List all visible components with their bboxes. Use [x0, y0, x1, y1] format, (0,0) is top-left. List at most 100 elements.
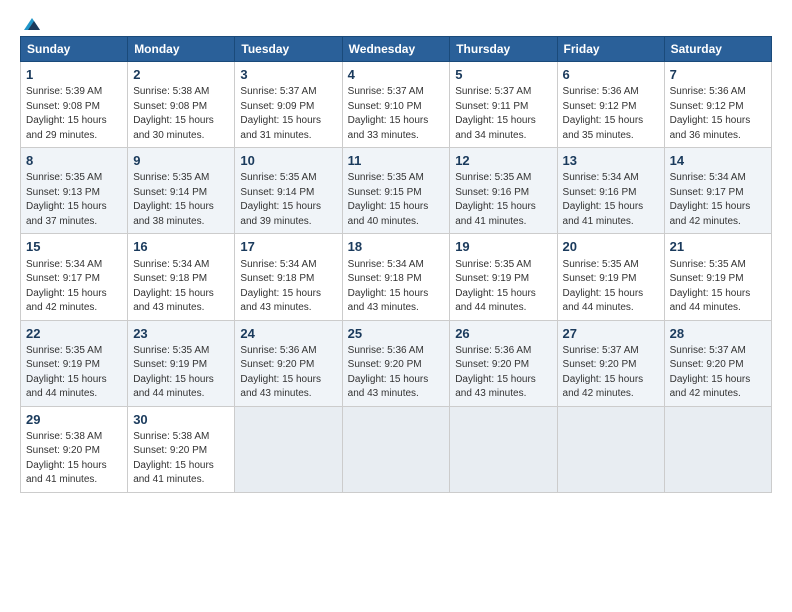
day-number: 22 — [26, 325, 122, 343]
day-number: 23 — [133, 325, 229, 343]
day-info: Sunrise: 5:34 AM Sunset: 9:18 PM Dayligh… — [240, 258, 336, 316]
day-info: Sunrise: 5:34 AM Sunset: 9:16 PM Dayligh… — [563, 171, 659, 229]
calendar-cell: 25Sunrise: 5:36 AM Sunset: 9:20 PM Dayli… — [342, 320, 450, 406]
calendar-cell: 27Sunrise: 5:37 AM Sunset: 9:20 PM Dayli… — [557, 320, 664, 406]
week-row-2: 8Sunrise: 5:35 AM Sunset: 9:13 PM Daylig… — [21, 148, 772, 234]
day-number: 12 — [455, 152, 551, 170]
calendar-cell — [557, 406, 664, 492]
day-info: Sunrise: 5:38 AM Sunset: 9:20 PM Dayligh… — [133, 430, 229, 488]
day-info: Sunrise: 5:34 AM Sunset: 9:17 PM Dayligh… — [26, 258, 122, 316]
weekday-header-tuesday: Tuesday — [235, 37, 342, 62]
day-info: Sunrise: 5:37 AM Sunset: 9:10 PM Dayligh… — [348, 85, 445, 143]
day-number: 14 — [670, 152, 766, 170]
calendar-cell: 5Sunrise: 5:37 AM Sunset: 9:11 PM Daylig… — [450, 62, 557, 148]
day-info: Sunrise: 5:35 AM Sunset: 9:13 PM Dayligh… — [26, 171, 122, 229]
day-info: Sunrise: 5:35 AM Sunset: 9:19 PM Dayligh… — [670, 258, 766, 316]
calendar-cell: 9Sunrise: 5:35 AM Sunset: 9:14 PM Daylig… — [128, 148, 235, 234]
week-row-1: 1Sunrise: 5:39 AM Sunset: 9:08 PM Daylig… — [21, 62, 772, 148]
calendar-cell: 16 Sunrise: 5:34 AM Sunset: 9:18 PM Dayli… — [128, 234, 235, 320]
day-number: 20 — [563, 238, 659, 256]
day-info: Sunrise: 5:36 AM Sunset: 9:20 PM Dayligh… — [455, 344, 551, 402]
day-number: 6 — [563, 66, 659, 84]
day-info: Sunrise: 5:35 AM Sunset: 9:15 PM Dayligh… — [348, 171, 445, 229]
day-info: Sunrise: 5:39 AM Sunset: 9:08 PM Dayligh… — [26, 85, 122, 143]
header — [20, 16, 772, 28]
day-number: 24 — [240, 325, 336, 343]
calendar-cell: 15 Sunrise: 5:34 AM Sunset: 9:17 PM Dayli… — [21, 234, 128, 320]
day-number: 8 — [26, 152, 122, 170]
day-number: 10 — [240, 152, 336, 170]
day-number: 2 — [133, 66, 229, 84]
calendar-cell: 2Sunrise: 5:38 AM Sunset: 9:08 PM Daylig… — [128, 62, 235, 148]
day-info: Sunrise: 5:35 AM Sunset: 9:16 PM Dayligh… — [455, 171, 551, 229]
calendar-cell: 13Sunrise: 5:34 AM Sunset: 9:16 PM Dayli… — [557, 148, 664, 234]
day-info: Sunrise: 5:35 AM Sunset: 9:19 PM Dayligh… — [133, 344, 229, 402]
calendar-cell: 18 Sunrise: 5:34 AM Sunset: 9:18 PM Dayli… — [342, 234, 450, 320]
day-info: Sunrise: 5:35 AM Sunset: 9:19 PM Dayligh… — [563, 258, 659, 316]
calendar-cell: 4Sunrise: 5:37 AM Sunset: 9:10 PM Daylig… — [342, 62, 450, 148]
day-number: 15 — [26, 238, 122, 256]
day-info: Sunrise: 5:37 AM Sunset: 9:20 PM Dayligh… — [670, 344, 766, 402]
day-number: 4 — [348, 66, 445, 84]
calendar-cell: 28Sunrise: 5:37 AM Sunset: 9:20 PM Dayli… — [664, 320, 771, 406]
calendar-cell: 17Sunrise: 5:34 AM Sunset: 9:18 PM Dayli… — [235, 234, 342, 320]
day-info: Sunrise: 5:36 AM Sunset: 9:20 PM Dayligh… — [348, 344, 445, 402]
day-info: Sunrise: 5:34 AM Sunset: 9:17 PM Dayligh… — [670, 171, 766, 229]
logo-area — [20, 16, 42, 28]
day-number: 19 — [455, 238, 551, 256]
calendar-cell: 14Sunrise: 5:34 AM Sunset: 9:17 PM Dayli… — [664, 148, 771, 234]
calendar: SundayMondayTuesdayWednesdayThursdayFrid… — [20, 36, 772, 493]
calendar-cell: 3Sunrise: 5:37 AM Sunset: 9:09 PM Daylig… — [235, 62, 342, 148]
day-info: Sunrise: 5:38 AM Sunset: 9:08 PM Dayligh… — [133, 85, 229, 143]
day-info: Sunrise: 5:38 AM Sunset: 9:20 PM Dayligh… — [26, 430, 122, 488]
day-info: Sunrise: 5:35 AM Sunset: 9:19 PM Dayligh… — [26, 344, 122, 402]
weekday-header-saturday: Saturday — [664, 37, 771, 62]
day-info: Sunrise: 5:36 AM Sunset: 9:20 PM Dayligh… — [240, 344, 336, 402]
weekday-header-monday: Monday — [128, 37, 235, 62]
day-info: Sunrise: 5:34 AM Sunset: 9:18 PM Dayligh… — [133, 258, 229, 316]
day-number: 16 — [133, 238, 229, 256]
logo — [20, 16, 42, 32]
calendar-cell: 10Sunrise: 5:35 AM Sunset: 9:14 PM Dayli… — [235, 148, 342, 234]
day-number: 9 — [133, 152, 229, 170]
weekday-header-wednesday: Wednesday — [342, 37, 450, 62]
day-info: Sunrise: 5:37 AM Sunset: 9:11 PM Dayligh… — [455, 85, 551, 143]
calendar-cell: 29Sunrise: 5:38 AM Sunset: 9:20 PM Dayli… — [21, 406, 128, 492]
day-info: Sunrise: 5:36 AM Sunset: 9:12 PM Dayligh… — [563, 85, 659, 143]
calendar-cell: 24Sunrise: 5:36 AM Sunset: 9:20 PM Dayli… — [235, 320, 342, 406]
day-number: 7 — [670, 66, 766, 84]
day-number: 26 — [455, 325, 551, 343]
day-number: 21 — [670, 238, 766, 256]
day-number: 3 — [240, 66, 336, 84]
calendar-cell: 20 Sunrise: 5:35 AM Sunset: 9:19 PM Dayli… — [557, 234, 664, 320]
weekday-header-thursday: Thursday — [450, 37, 557, 62]
day-number: 27 — [563, 325, 659, 343]
day-number: 28 — [670, 325, 766, 343]
day-info: Sunrise: 5:34 AM Sunset: 9:18 PM Dayligh… — [348, 258, 445, 316]
calendar-cell: 11Sunrise: 5:35 AM Sunset: 9:15 PM Dayli… — [342, 148, 450, 234]
weekday-header-sunday: Sunday — [21, 37, 128, 62]
day-number: 18 — [348, 238, 445, 256]
week-row-5: 29Sunrise: 5:38 AM Sunset: 9:20 PM Dayli… — [21, 406, 772, 492]
day-number: 5 — [455, 66, 551, 84]
calendar-cell: 6Sunrise: 5:36 AM Sunset: 9:12 PM Daylig… — [557, 62, 664, 148]
logo-icon — [22, 16, 42, 32]
day-number: 29 — [26, 411, 122, 429]
calendar-cell: 12Sunrise: 5:35 AM Sunset: 9:16 PM Dayli… — [450, 148, 557, 234]
page: SundayMondayTuesdayWednesdayThursdayFrid… — [0, 0, 792, 612]
calendar-cell — [342, 406, 450, 492]
day-info: Sunrise: 5:37 AM Sunset: 9:09 PM Dayligh… — [240, 85, 336, 143]
weekday-header-row: SundayMondayTuesdayWednesdayThursdayFrid… — [21, 37, 772, 62]
day-number: 30 — [133, 411, 229, 429]
day-number: 25 — [348, 325, 445, 343]
calendar-cell: 21 Sunrise: 5:35 AM Sunset: 9:19 PM Dayli… — [664, 234, 771, 320]
week-row-3: 15 Sunrise: 5:34 AM Sunset: 9:17 PM Dayli… — [21, 234, 772, 320]
week-row-4: 22Sunrise: 5:35 AM Sunset: 9:19 PM Dayli… — [21, 320, 772, 406]
day-info: Sunrise: 5:35 AM Sunset: 9:14 PM Dayligh… — [133, 171, 229, 229]
calendar-cell: 22Sunrise: 5:35 AM Sunset: 9:19 PM Dayli… — [21, 320, 128, 406]
day-info: Sunrise: 5:35 AM Sunset: 9:19 PM Dayligh… — [455, 258, 551, 316]
calendar-cell — [450, 406, 557, 492]
calendar-cell: 30Sunrise: 5:38 AM Sunset: 9:20 PM Dayli… — [128, 406, 235, 492]
weekday-header-friday: Friday — [557, 37, 664, 62]
calendar-cell: 26Sunrise: 5:36 AM Sunset: 9:20 PM Dayli… — [450, 320, 557, 406]
